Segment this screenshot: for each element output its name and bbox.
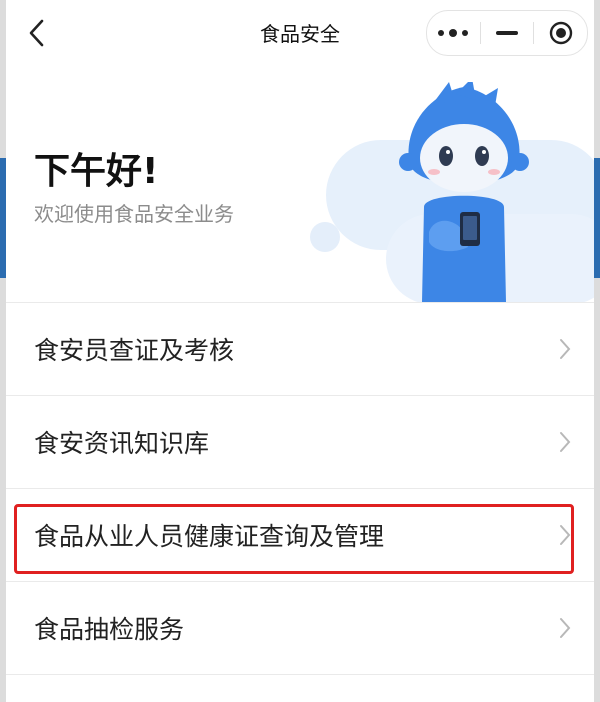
minimize-button[interactable] [481,11,534,55]
service-menu: 食安员查证及考核 食安资讯知识库 食品从业人员健康证查询及管理 食品抽检服务 [6,302,594,702]
background-edge [0,158,6,278]
greeting-text: 下午好! [34,151,159,192]
close-target-icon [549,21,572,45]
chevron-right-icon [560,525,571,545]
menu-item-label: 食安员查证及考核 [34,336,235,365]
menu-item-health-certificate[interactable]: 食品从业人员健康证查询及管理 [6,488,594,581]
chevron-right-icon [560,618,571,638]
background-edge [594,158,600,278]
hero-banner: 下午好! 欢迎使用食品安全业务 [6,64,594,302]
menu-item-label: 食安资讯知识库 [34,429,210,458]
close-button[interactable] [534,11,587,55]
menu-item-knowledge-base[interactable]: 食安资讯知识库 [6,395,594,488]
welcome-text: 欢迎使用食品安全业务 [34,202,234,226]
minimize-icon [496,31,518,35]
more-dots-icon [438,29,469,37]
menu-item-divider-end [6,674,594,702]
more-button[interactable] [427,11,480,55]
menu-item-label: 食品抽检服务 [34,615,185,644]
menu-item-label: 食品从业人员健康证查询及管理 [34,522,385,551]
app-frame: 食品安全 下午好! 欢迎使用食品安全业务 食安员查证及考核 食安资讯知识库 食品… [6,0,594,702]
menu-item-food-sampling[interactable]: 食品抽检服务 [6,581,594,674]
decorative-dot [310,222,340,252]
chevron-right-icon [560,339,571,359]
menu-item-food-safety-officer[interactable]: 食安员查证及考核 [6,302,594,395]
chevron-right-icon [560,432,571,452]
navigation-bar: 食品安全 [6,0,594,64]
mini-program-capsule [426,10,588,56]
mascot-illustration [399,82,529,302]
